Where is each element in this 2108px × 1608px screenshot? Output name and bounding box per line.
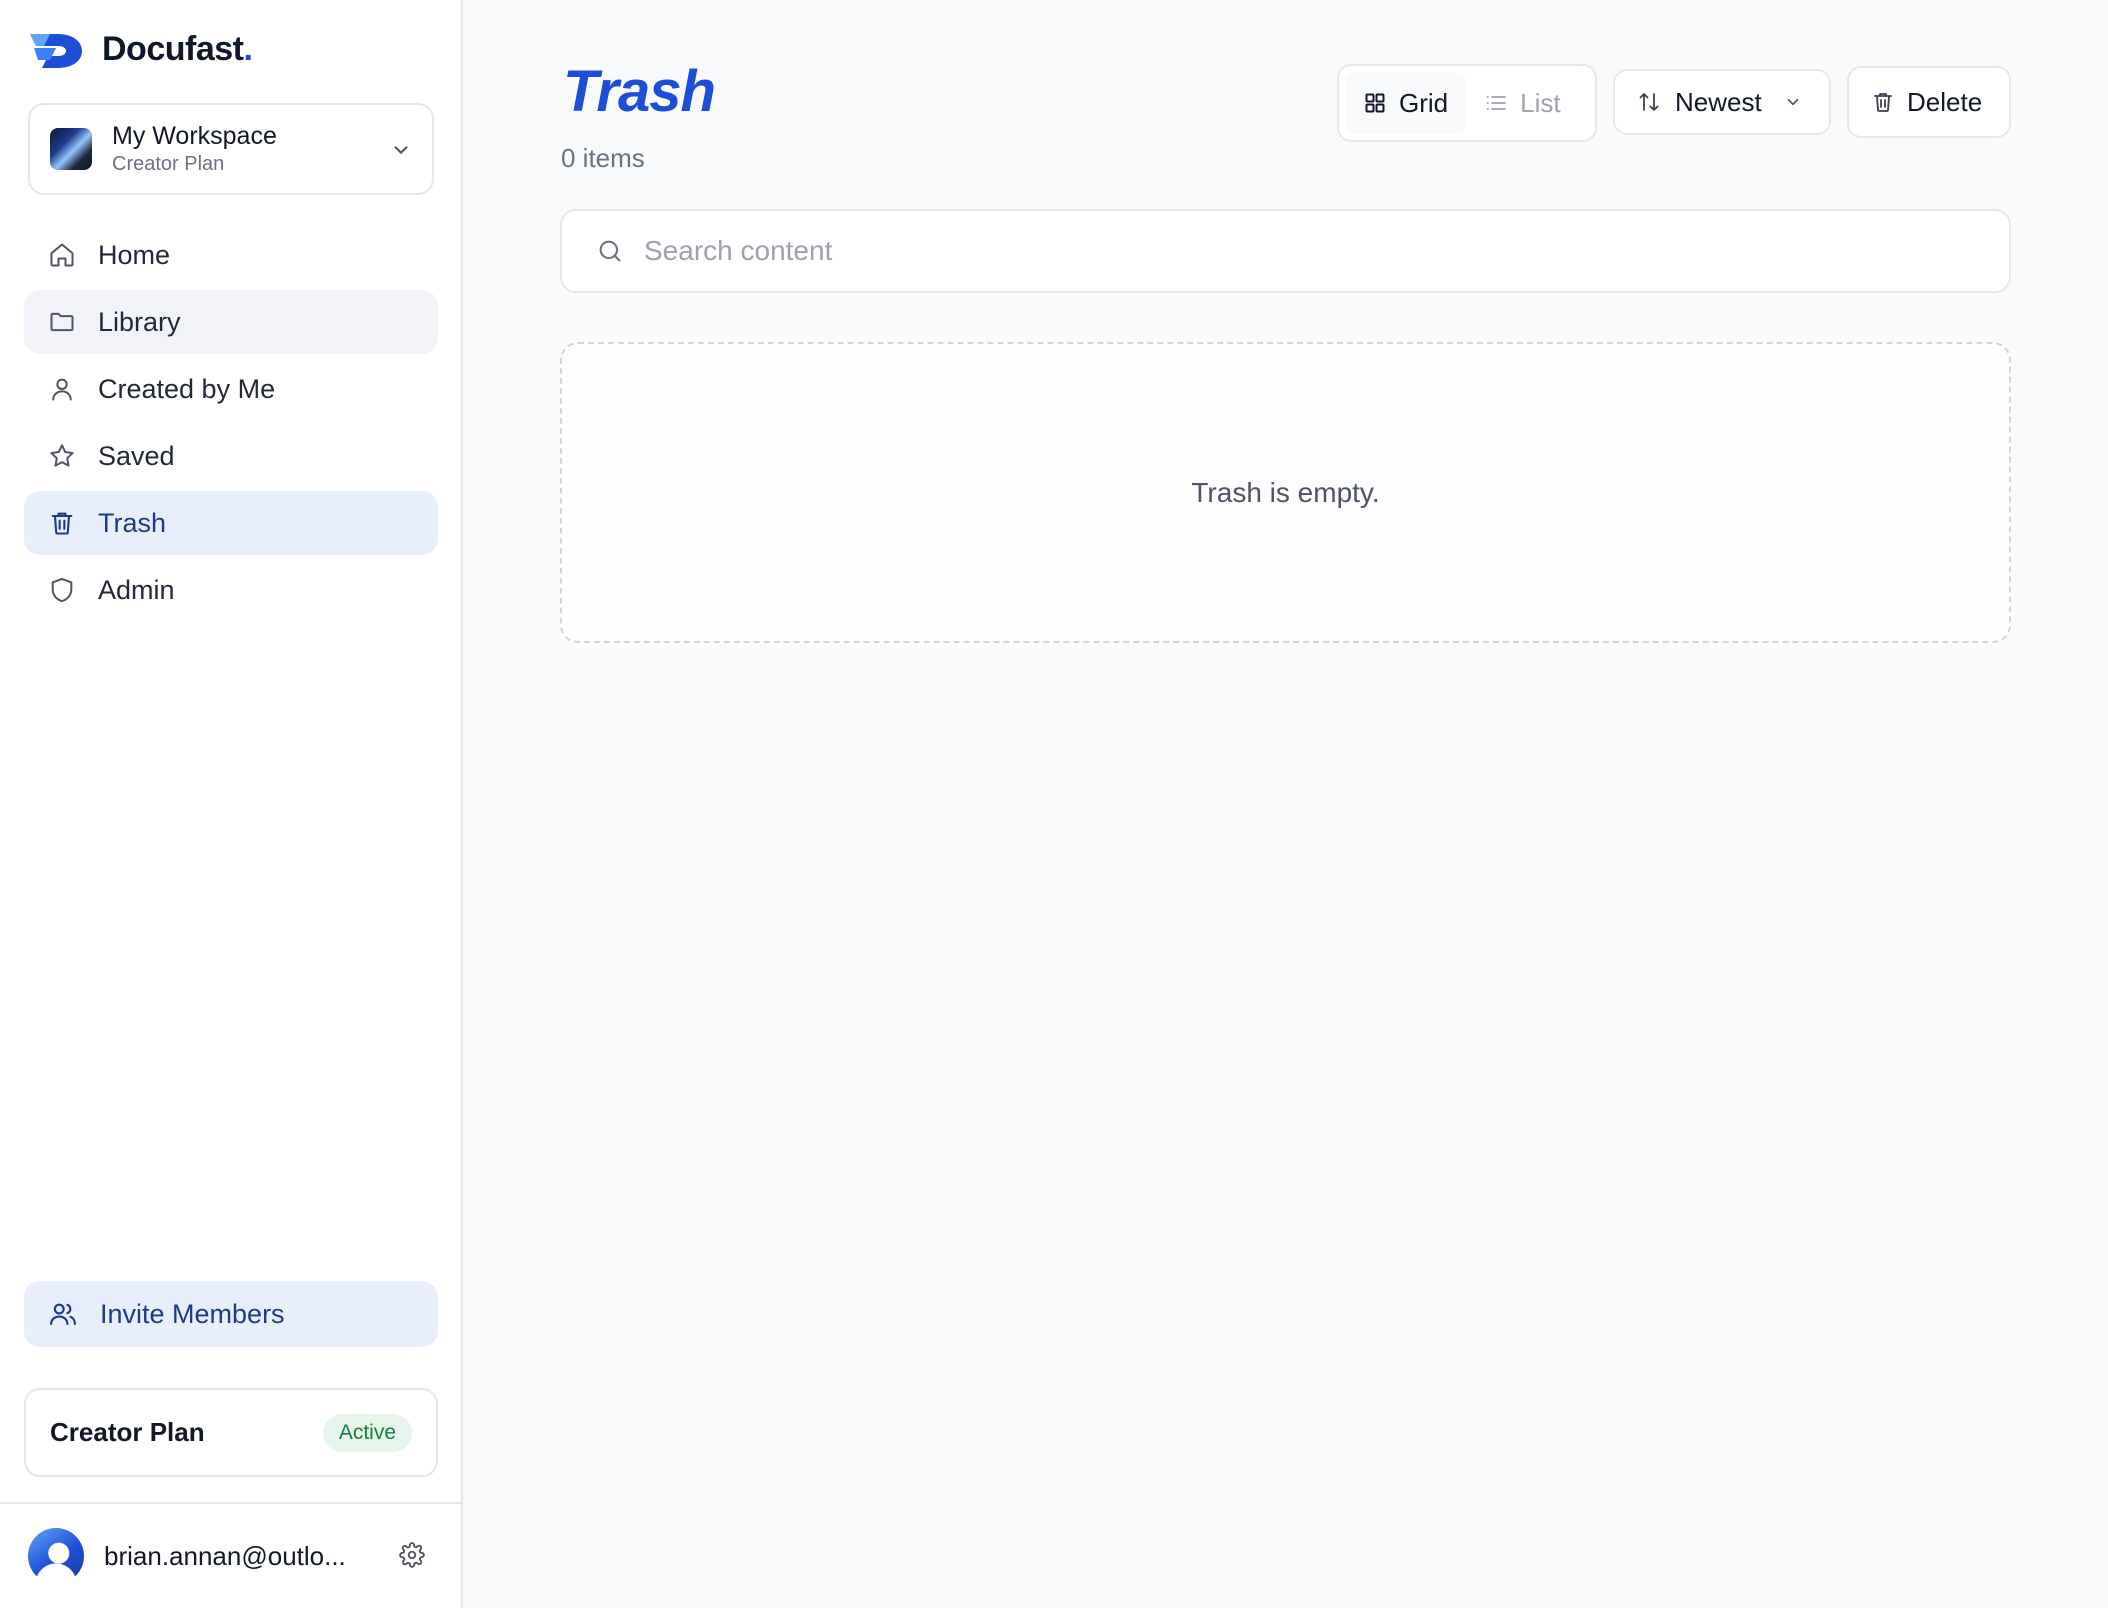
sidebar-item-label: Saved (98, 440, 175, 471)
avatar[interactable] (28, 1528, 84, 1584)
status-badge: Active (322, 1413, 412, 1452)
plan-name: Creator Plan (50, 1417, 205, 1447)
search-input[interactable] (644, 235, 1944, 267)
star-icon (50, 444, 74, 467)
trash-icon (51, 512, 73, 535)
user-email: brian.annan@outlo... (104, 1540, 346, 1571)
empty-state: Trash is empty. (560, 342, 2011, 643)
sidebar-item-admin[interactable]: Admin (24, 558, 438, 622)
gear-icon[interactable] (399, 1542, 425, 1568)
sidebar-item-trash[interactable]: Trash (24, 491, 438, 555)
sort-arrows-icon (1639, 93, 1659, 111)
chevron-down-icon (1787, 98, 1799, 106)
sidebar: Docufast. My Workspace Creator Plan Home… (0, 0, 463, 1608)
brand-name: Docufast. (102, 29, 253, 68)
chevron-down-icon (394, 146, 408, 154)
workspace-plan: Creator Plan (112, 153, 225, 175)
grid-view-label: Grid (1399, 87, 1449, 118)
workspace-switcher[interactable]: My Workspace Creator Plan (28, 103, 434, 195)
item-count: 0 items (561, 143, 645, 173)
list-view-button[interactable]: List (1466, 72, 1578, 134)
empty-state-message: Trash is empty. (1191, 476, 1380, 508)
shield-icon (51, 577, 73, 603)
sidebar-item-label: Admin (98, 574, 175, 605)
invite-members-label: Invite Members (100, 1298, 285, 1329)
sidebar-item-label: Created by Me (98, 373, 276, 404)
sidebar-item-library[interactable]: Library (24, 290, 438, 354)
delete-label: Delete (1907, 86, 1983, 117)
docufast-logo-icon (30, 34, 82, 68)
list-view-label: List (1520, 87, 1561, 118)
delete-button[interactable]: Delete (1847, 66, 2011, 138)
grid-view-button[interactable]: Grid (1345, 72, 1467, 134)
page-title: Trash (563, 59, 716, 124)
sidebar-item-label: Trash (98, 507, 167, 538)
sidebar-item-label: Home (98, 239, 171, 270)
users-icon (50, 1303, 76, 1326)
workspace-name: My Workspace (112, 122, 277, 150)
sidebar-nav: Home Library Created by Me Saved Trash A… (24, 223, 438, 625)
view-toggle: Grid List (1337, 64, 1597, 142)
user-bar: brian.annan@outlo... (0, 1502, 463, 1608)
home-icon (50, 243, 74, 267)
plan-card[interactable]: Creator Plan Active (24, 1388, 438, 1477)
search-bar (560, 209, 2011, 293)
search-icon (599, 240, 621, 262)
folder-icon (50, 312, 74, 332)
sidebar-item-label: Library (98, 306, 181, 337)
trash-icon (1874, 93, 1892, 112)
user-icon (52, 378, 72, 401)
sidebar-item-saved[interactable]: Saved (24, 424, 438, 488)
main-content: Trash 0 items Grid List Newest Delete Tr… (463, 0, 2108, 1608)
sort-label: Newest (1675, 86, 1762, 117)
grid-icon (1365, 93, 1385, 113)
list-icon (1486, 96, 1507, 110)
invite-members-button[interactable]: Invite Members (24, 1281, 438, 1347)
sidebar-item-home[interactable]: Home (24, 223, 438, 287)
sort-dropdown[interactable]: Newest (1613, 69, 1831, 135)
sidebar-item-created-by-me[interactable]: Created by Me (24, 357, 438, 421)
brand[interactable]: Docufast. (28, 28, 253, 70)
workspace-avatar (50, 128, 92, 170)
